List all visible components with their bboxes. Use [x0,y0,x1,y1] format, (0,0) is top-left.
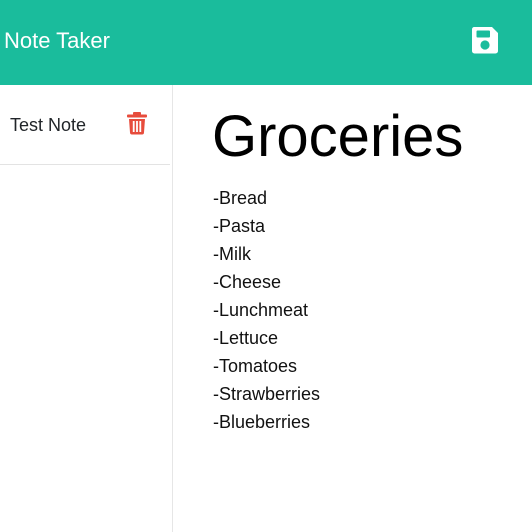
note-text-line: -Bread [213,188,268,208]
note-text-line: -Blueberries [213,412,311,432]
save-note-button[interactable] [470,25,500,55]
note-item-title: Test Note [10,115,87,135]
app-brand[interactable]: Note Taker [4,24,110,58]
note-text-area[interactable]: -Bread -Pasta -Milk -Cheese -Lunchmeat -… [213,184,523,436]
note-text-line: -Milk [213,244,251,264]
delete-note-button[interactable] [126,111,148,135]
note-text-line: -Cheese [213,272,282,292]
note-title-input[interactable]: Groceries [212,101,527,173]
navbar: Note Taker [0,0,532,85]
note-text-line: -Tomatoes [213,356,298,376]
note-text-line: -Strawberries [213,384,321,404]
trash-icon [127,112,147,135]
note-editor: Groceries -Bread -Pasta -Milk -Cheese -L… [173,85,532,532]
note-list-item[interactable]: Test Note [0,85,170,165]
note-text-line: -Lunchmeat [213,300,309,320]
note-text-line: -Lettuce [213,328,279,348]
note-text-line: -Pasta [213,216,266,236]
save-icon [471,27,498,54]
notes-sidebar: Test Note [0,85,173,532]
